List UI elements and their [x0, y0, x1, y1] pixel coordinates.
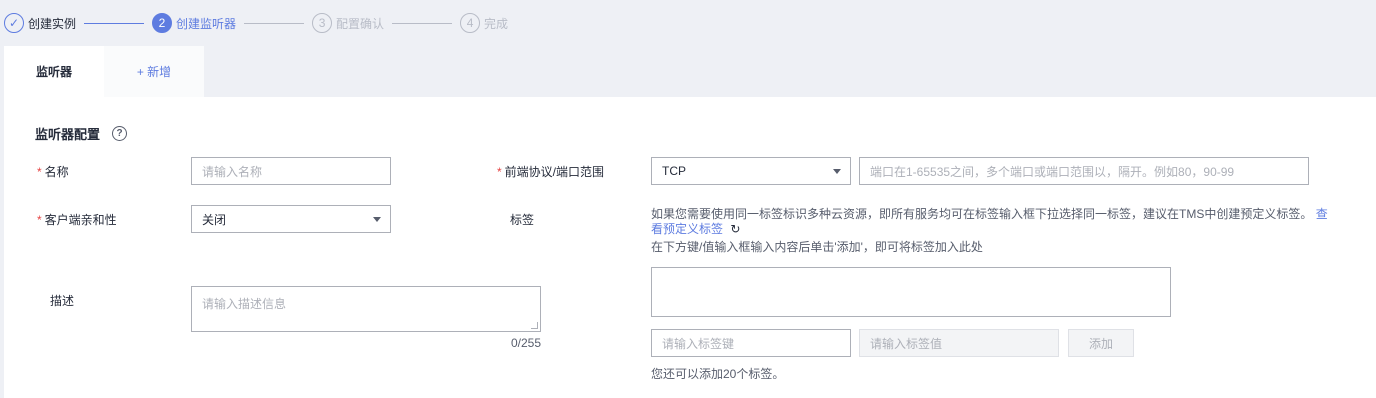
required-mark: *	[37, 165, 42, 179]
refresh-icon[interactable]: ↻	[730, 222, 740, 236]
listener-config-panel: 监听器配置 ? * 名称 请输入名称 * 前端协议/端口范围 TCP 端口在1-65…	[4, 97, 1376, 398]
tags-instruction: 在下方键/值输入框输入内容后单击'添加'，即可将标签加入此处	[651, 240, 983, 254]
step-number: 2	[152, 13, 173, 33]
description-placeholder: 请输入描述信息	[202, 297, 287, 311]
description-label: 描述	[50, 294, 75, 308]
tags-display-area	[651, 267, 1171, 317]
step-connector	[84, 22, 145, 24]
name-label: * 名称	[37, 163, 69, 180]
step-label: 创建监听器	[176, 16, 237, 31]
affinity-label: * 客户端亲和性	[37, 211, 117, 228]
protocol-label: * 前端协议/端口范围	[497, 163, 604, 180]
required-mark: *	[37, 213, 42, 227]
tags-remaining: 您还可以添加20个标签。	[651, 367, 785, 381]
dropdown-arrow-icon	[373, 217, 381, 222]
tags-label: 标签	[510, 213, 535, 227]
required-mark: *	[497, 165, 502, 179]
section-title-text: 监听器配置	[35, 127, 101, 142]
check-icon: ✓	[4, 13, 24, 33]
tags-hint-text: 如果您需要使用同一标签标识多种云资源，即所有服务均可在标签输入框下拉选择同一标签…	[651, 207, 1313, 221]
step-connector	[244, 22, 305, 24]
name-input[interactable]: 请输入名称	[191, 157, 391, 185]
description-textarea[interactable]: 请输入描述信息	[191, 286, 541, 332]
step-label: 完成	[484, 16, 509, 31]
tag-key-input[interactable]: 请输入标签键	[651, 329, 851, 357]
section-title: 监听器配置 ?	[35, 124, 128, 143]
affinity-value: 关闭	[202, 212, 227, 227]
step-connector	[392, 22, 453, 24]
predefined-tags-link-part2: 看预定义标签	[651, 222, 724, 236]
step-create-listener: 2 创建监听器	[152, 13, 236, 33]
protocol-value: TCP	[662, 164, 686, 178]
tab-listener[interactable]: 监听器	[4, 46, 104, 97]
port-range-input[interactable]: 端口在1-65535之间，多个端口或端口范围以，隔开。例如80，90-99	[859, 157, 1309, 185]
affinity-label-text: 客户端亲和性	[44, 213, 117, 227]
affinity-select[interactable]: 关闭	[191, 205, 391, 233]
step-label: 配置确认	[336, 16, 385, 31]
step-label: 创建实例	[28, 16, 77, 31]
tag-value-input[interactable]: 请输入标签值	[859, 329, 1059, 357]
step-create-instance: ✓ 创建实例	[4, 13, 76, 33]
protocol-label-text: 前端协议/端口范围	[504, 165, 605, 179]
step-number: 3	[312, 13, 333, 33]
add-listener-tab[interactable]: + 新增	[104, 46, 204, 97]
step-finish: 4 完成	[460, 13, 508, 33]
step-number: 4	[460, 13, 481, 33]
tags-hint: 如果您需要使用同一标签标识多种云资源，即所有服务均可在标签输入框下拉选择同一标签…	[651, 207, 1341, 237]
protocol-select[interactable]: TCP	[651, 157, 851, 185]
resize-handle-icon[interactable]	[531, 322, 538, 329]
stepper: ✓ 创建实例 2 创建监听器 3 配置确认 4 完成	[0, 0, 1376, 46]
add-tag-button[interactable]: 添加	[1068, 329, 1134, 357]
listener-tabs: 监听器 + 新增	[4, 46, 204, 97]
name-label-text: 名称	[44, 165, 69, 179]
description-counter: 0/255	[511, 336, 542, 350]
predefined-tags-link-part1: 查	[1315, 207, 1328, 221]
help-icon[interactable]: ?	[112, 126, 128, 141]
dropdown-arrow-icon	[833, 169, 841, 174]
step-confirm: 3 配置确认	[312, 13, 384, 33]
